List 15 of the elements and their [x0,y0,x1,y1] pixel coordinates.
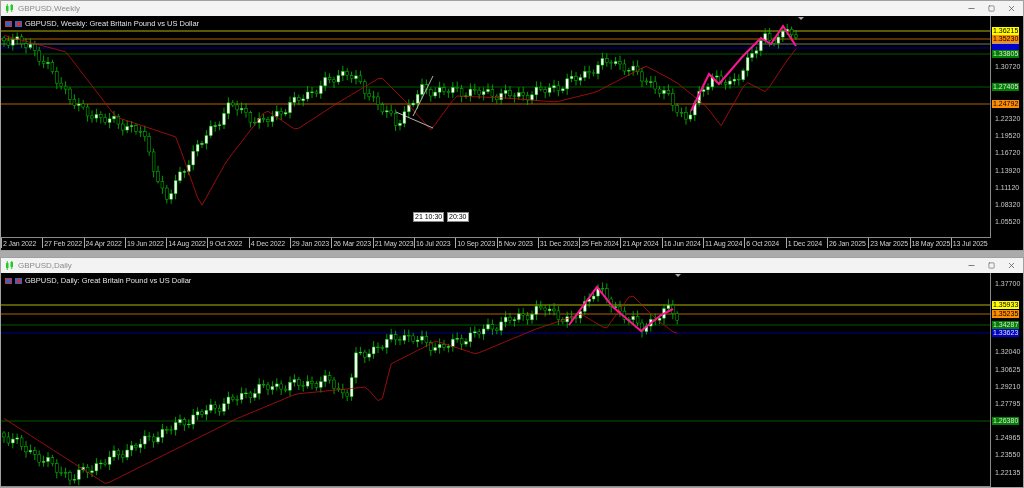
window-title: GBPUSD,Weekly [18,4,82,13]
trendline-drawing [395,75,434,129]
close-icon [1006,261,1016,270]
maximize-icon [987,262,995,269]
triangle-icon [675,274,681,277]
flag-icon [15,277,22,284]
flag-icon [5,20,12,27]
close-icon [1006,4,1016,13]
flag-icon [15,20,22,27]
candlestick-icon [5,4,14,13]
candlestick-icon [5,261,14,270]
window-title: GBPUSD,Daily [18,261,73,270]
flag-icon [5,277,12,284]
triangle-icon [798,17,804,20]
maximize-icon [987,5,995,12]
